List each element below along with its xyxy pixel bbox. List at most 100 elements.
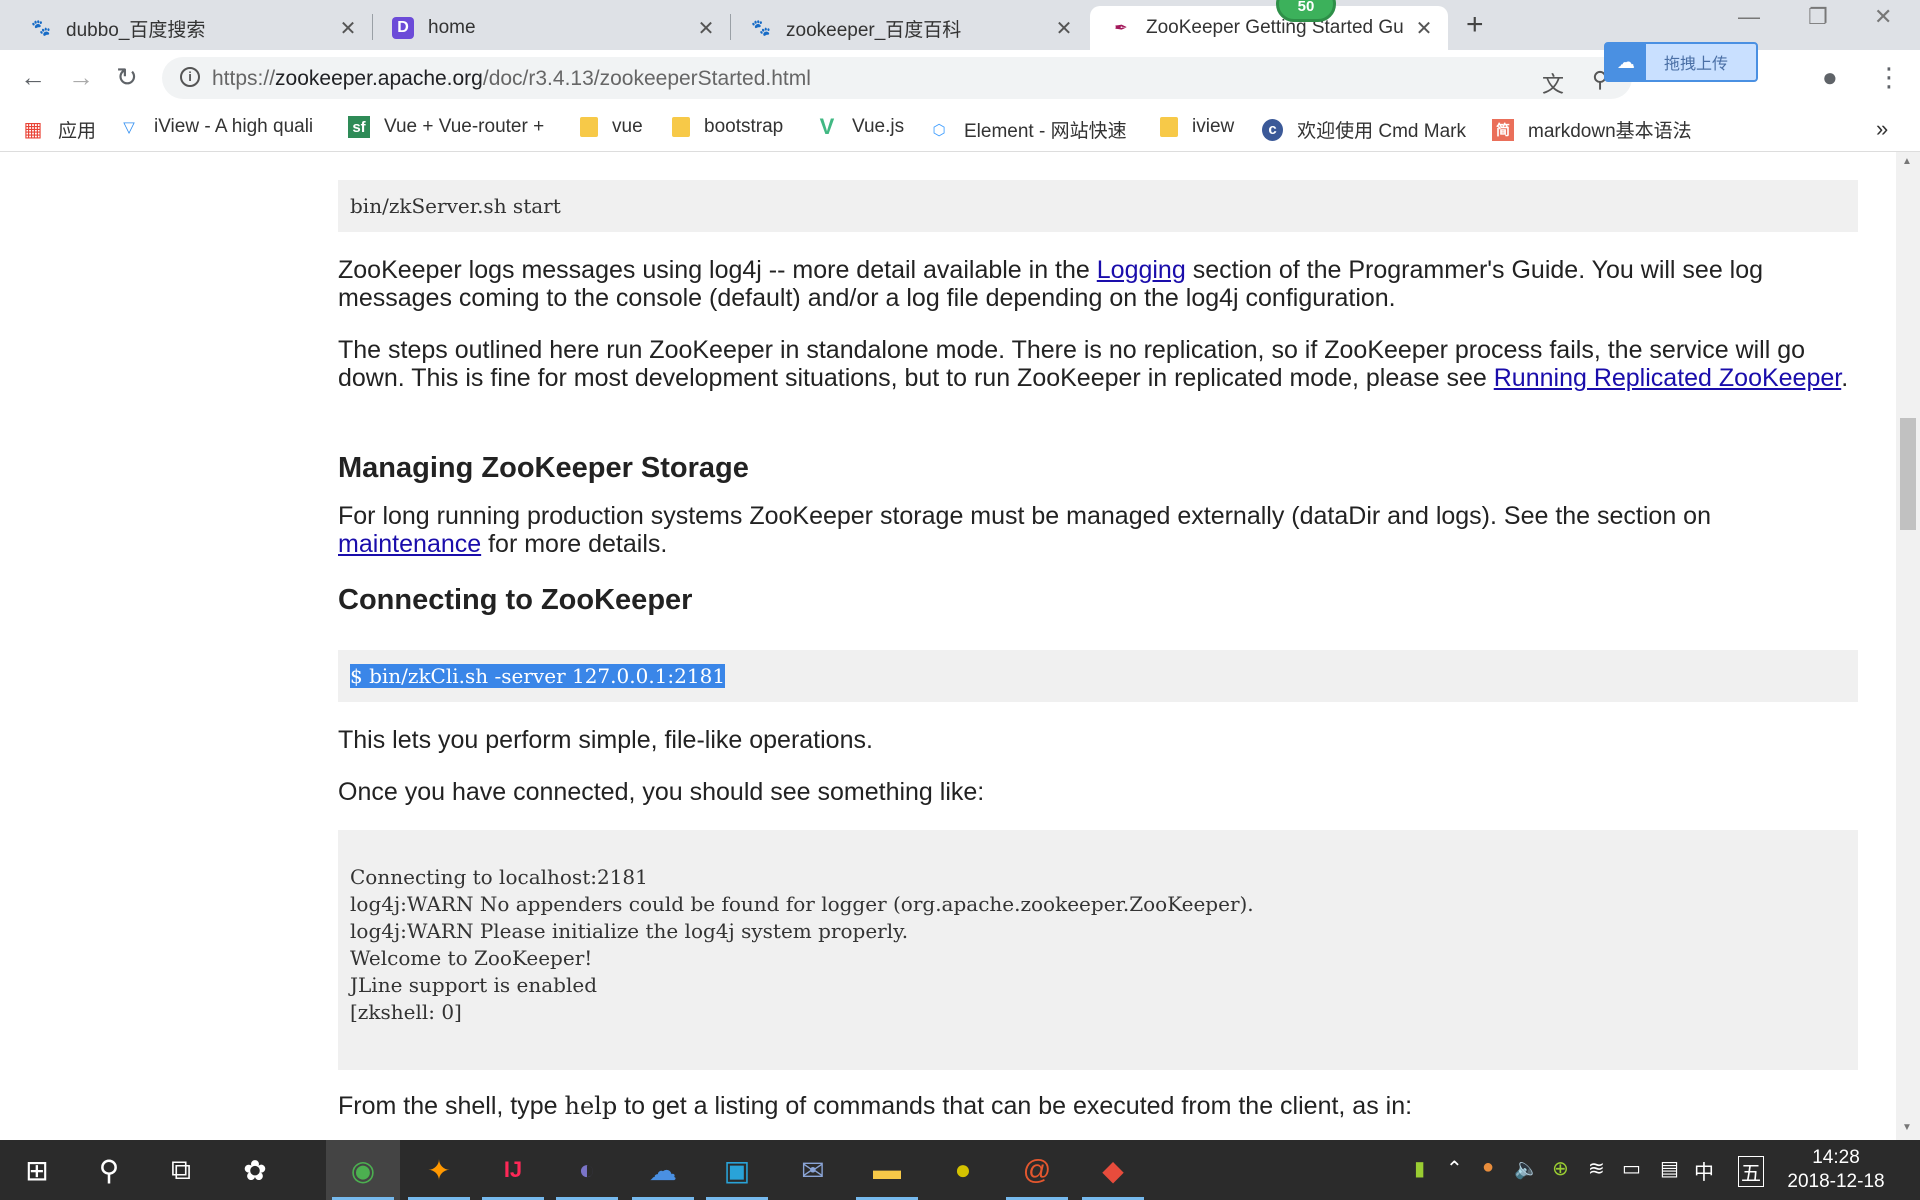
heading-connecting: Connecting to ZooKeeper (338, 584, 693, 616)
bookmark-element[interactable]: ⬡ Element - 网站快速 (928, 116, 1134, 143)
mysql-dolphin-icon[interactable]: ✉ (776, 1140, 850, 1200)
scroll-down-icon[interactable]: ▼ (1902, 1122, 1912, 1133)
close-window-button[interactable]: ✕ (1874, 4, 1892, 30)
file-explorer-icon[interactable]: ▬ (850, 1140, 924, 1200)
browser-chrome: 🐾 dubbo_百度搜索 ✕ D home ✕ 🐾 zookeeper_百度百科… (0, 0, 1920, 152)
windows-start-icon[interactable]: ⊞ (0, 1140, 74, 1200)
clock-time: 14:28 (1812, 1147, 1860, 1168)
bookmark-bootstrap-folder[interactable]: bootstrap (672, 116, 783, 138)
restore-button[interactable]: ❐ (1808, 4, 1828, 30)
app-pinwheel-icon[interactable]: ✿ (218, 1140, 292, 1200)
selected-command-text[interactable]: $ bin/zkCli.sh -server 127.0.0.1:2181 (350, 664, 726, 688)
output-line: Connecting to localhost:2181 (350, 865, 648, 889)
apps-grid-icon: ▦ (23, 119, 43, 141)
baidu-paw-icon: 🐾 (31, 20, 51, 37)
close-icon[interactable]: ✕ (1054, 16, 1074, 41)
paragraph-help: From the shell, type help to get a listi… (338, 1092, 1413, 1120)
paragraph-once-connected: Once you have connected, you should see … (338, 778, 985, 806)
power-icon[interactable]: ▭ (1622, 1156, 1641, 1181)
bookmark-vue-router[interactable]: sf Vue + Vue-router + (348, 116, 554, 138)
minimize-button[interactable]: — (1738, 4, 1760, 30)
ime-mode[interactable]: 五 (1738, 1156, 1764, 1187)
vertical-scrollbar[interactable]: ▲ ▼ (1896, 152, 1920, 1140)
output-line: log4j:WARN Please initialize the log4j s… (350, 919, 909, 943)
code-block-output: Connecting to localhost:2181 log4j:WARN … (338, 830, 1858, 1070)
code-block-zkcli: $ bin/zkCli.sh -server 127.0.0.1:2181 (338, 650, 1858, 702)
maintenance-link[interactable]: maintenance (338, 530, 481, 558)
page-content: bin/zkServer.sh start ZooKeeper logs mes… (0, 152, 1896, 1140)
baidu-netdisk-icon[interactable]: ☁ (626, 1140, 700, 1200)
show-hidden-icon[interactable]: ⌃ (1446, 1156, 1463, 1181)
tab-zookeeper-baike[interactable]: 🐾 zookeeper_百度百科 ✕ (730, 6, 1088, 50)
code-block-zkserver: bin/zkServer.sh start (338, 180, 1858, 232)
clock-date: 2018-12-18 (1787, 1171, 1885, 1192)
tab-home[interactable]: D home ✕ (372, 6, 730, 50)
tab-zookeeper-guide[interactable]: ✒ ZooKeeper Getting Started Gu ✕ (1090, 6, 1448, 50)
scrollbar-thumb[interactable] (1900, 418, 1916, 530)
volume-icon[interactable]: 🔈 (1514, 1156, 1539, 1181)
translate-icon[interactable]: 文 (1542, 67, 1564, 99)
close-icon[interactable]: ✕ (338, 16, 358, 41)
back-button[interactable]: ← (20, 62, 46, 93)
logging-link[interactable]: Logging (1097, 256, 1186, 284)
output-line: JLine support is enabled (350, 973, 598, 997)
notification-icon[interactable]: ▤ (1660, 1156, 1679, 1181)
replicated-zookeeper-link[interactable]: Running Replicated ZooKeeper (1494, 364, 1841, 392)
app-colorful-icon[interactable]: ✦ (402, 1140, 476, 1200)
bookmark-iview-folder[interactable]: iview (1160, 116, 1234, 138)
folder-icon (672, 117, 690, 137)
forward-button[interactable]: → (68, 62, 94, 93)
folder-icon (1160, 117, 1178, 137)
wifi-icon[interactable]: ≋ (1588, 1156, 1605, 1181)
info-icon[interactable]: i (180, 67, 200, 87)
search-icon[interactable]: ⚲ (72, 1140, 146, 1200)
bookmark-iview-quali[interactable]: ▽ iView - A high quali (118, 116, 320, 138)
ime-language[interactable]: 中 (1694, 1156, 1714, 1185)
scroll-up-icon[interactable]: ▲ (1902, 156, 1912, 167)
eclipse-icon[interactable]: ◐ (550, 1140, 624, 1200)
reload-button[interactable]: ↻ (116, 62, 138, 93)
bookmark-apps[interactable]: ▦ 应用 (22, 116, 96, 143)
url-text[interactable]: https://zookeeper.apache.org/doc/r3.4.13… (212, 67, 811, 91)
new-tab-button[interactable]: + (1466, 8, 1484, 42)
paragraph-standalone: The steps outlined here run ZooKeeper in… (338, 336, 1849, 392)
app-snail-icon[interactable]: @ (1000, 1140, 1074, 1200)
baidu-upload-widget[interactable]: ☁ 拖拽上传 (1604, 42, 1758, 82)
menu-icon[interactable]: ⋮ (1876, 62, 1902, 93)
windows-taskbar: ⊞ ⚲ ⧉ ✿ ◉ ✦ IJ ◐ ☁ ▣ ✉ ▬ ● @ ◆ ▮ ⌃ ● 🔈 ⊕… (0, 1140, 1920, 1200)
chrome-icon[interactable]: ◉ (326, 1140, 400, 1200)
help-code: help (564, 1092, 618, 1120)
intellij-idea-icon[interactable]: IJ (476, 1140, 550, 1200)
baidu-paw-icon: 🐾 (751, 20, 771, 37)
bookmark-vuejs[interactable]: V Vue.js (816, 114, 904, 139)
app-red-icon[interactable]: ◆ (1076, 1140, 1150, 1200)
battery-tray-icon[interactable]: ▮ (1414, 1156, 1425, 1181)
app-square-icon[interactable]: ▣ (700, 1140, 774, 1200)
paragraph-file-like: This lets you perform simple, file-like … (338, 726, 873, 754)
add-tray-icon[interactable]: ⊕ (1552, 1156, 1569, 1181)
folder-icon (580, 117, 598, 137)
bookmark-markdown-syntax[interactable]: 简 markdown基本语法 (1492, 116, 1694, 143)
close-icon[interactable]: ✕ (1414, 16, 1434, 41)
element-icon: ⬡ (932, 121, 946, 139)
app-tray-icon[interactable]: ● (1482, 1156, 1494, 1179)
vue-icon: V (819, 114, 835, 139)
profile-icon[interactable]: ● (1822, 62, 1838, 93)
more-bookmarks-icon[interactable]: » (1876, 116, 1888, 142)
d-logo-icon: D (392, 17, 414, 39)
jianshu-icon: 简 (1492, 118, 1514, 141)
sf-icon: sf (348, 116, 370, 138)
clock[interactable]: 14:28 2018-12-18 (1784, 1146, 1888, 1194)
paragraph-storage: For long running production systems ZooK… (338, 502, 1711, 558)
tab-dubbo[interactable]: 🐾 dubbo_百度搜索 ✕ (10, 6, 372, 50)
bookmark-vue-folder[interactable]: vue (580, 116, 643, 138)
app-yellow-circle-icon[interactable]: ● (926, 1140, 1000, 1200)
bookmark-cmd-markdown[interactable]: c 欢迎使用 Cmd Mark (1262, 116, 1466, 143)
output-line: log4j:WARN No appenders could be found f… (350, 892, 1254, 916)
notification-badge: 50 (1276, 0, 1336, 22)
address-bar[interactable]: i https://zookeeper.apache.org/doc/r3.4.… (162, 57, 1632, 99)
task-view-icon[interactable]: ⧉ (144, 1140, 218, 1200)
close-icon[interactable]: ✕ (696, 16, 716, 41)
iview-icon: ▽ (123, 119, 135, 136)
cmd-markdown-icon: c (1262, 118, 1284, 141)
